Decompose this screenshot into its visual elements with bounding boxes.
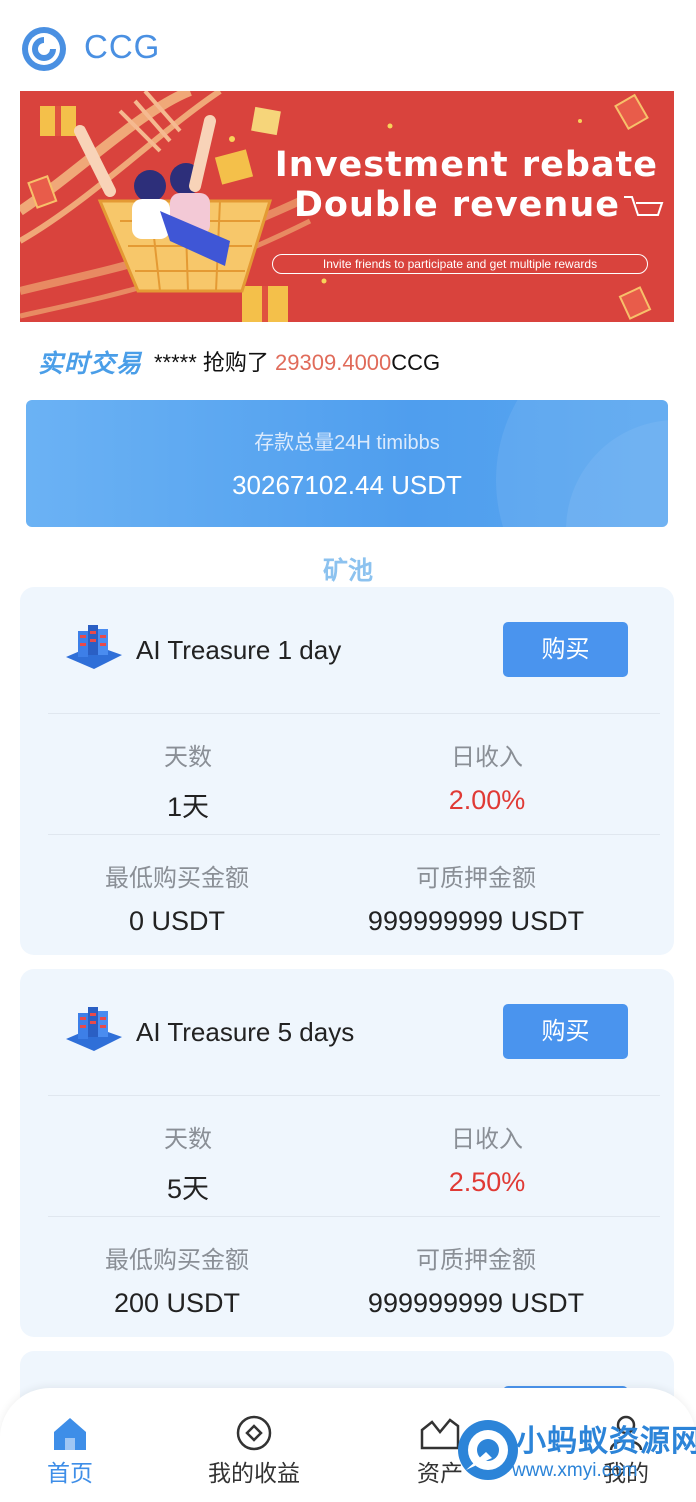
app-header: CCG	[0, 0, 696, 92]
banner-headline-line2: Double revenue	[293, 185, 620, 225]
pool-min-amount: 最低购买金额 0 USDT	[27, 858, 327, 937]
deposit-label: 存款总量24H timibbs	[254, 432, 440, 454]
buy-button[interactable]: 购买	[503, 622, 628, 677]
server-rack-icon	[66, 625, 122, 669]
server-rack-icon	[66, 1007, 122, 1051]
live-trade-amount: 29309.4000	[275, 350, 392, 375]
min-amount-label: 最低购买金额	[105, 865, 249, 892]
min-amount-value: 200 USDT	[113, 1288, 241, 1318]
watermark: 小蚂蚁资源网 www.xmyi.com	[456, 1414, 696, 1498]
nav-earnings-label: 我的收益	[208, 1460, 300, 1486]
daily-income-label: 日收入	[451, 744, 523, 771]
daily-income-value: 2.50%	[448, 1167, 526, 1197]
pool-card: AI Treasure 5 days 购买 天数 5天 日收入 2.50% 最低…	[20, 969, 674, 1337]
pool-card: AI Treasure 1 day 购买 天数 1天 日收入 2.00% 最低购…	[20, 587, 674, 955]
pledge-amount-value: 999999999 USDT	[367, 1288, 585, 1318]
brand-name: CCG	[84, 28, 161, 65]
ccg-logo-icon	[22, 27, 66, 71]
live-trade-message: ***** 抢购了 29309.4000CCG	[154, 345, 440, 377]
assets-chart-icon	[420, 1418, 460, 1450]
min-amount-value: 0 USDT	[128, 906, 226, 936]
watermark-url: www.xmyi.com	[512, 1460, 638, 1481]
daily-income-label: 日收入	[451, 1126, 523, 1153]
watermark-logo-icon	[458, 1420, 518, 1480]
buy-button[interactable]: 购买	[503, 1004, 628, 1059]
live-trade-action: 抢购了	[196, 350, 276, 375]
nav-home-label: 首页	[47, 1460, 93, 1486]
watermark-text: 小蚂蚁资源网	[516, 1425, 696, 1458]
pool-daily-income: 日收入 2.50%	[337, 1119, 637, 1198]
pool-name: AI Treasure 1 day	[136, 635, 342, 665]
pool-daily-income: 日收入 2.00%	[337, 737, 637, 816]
pools-section-title: 矿池	[322, 557, 373, 585]
banner-subline: Invite friends to participate and get mu…	[272, 254, 648, 274]
pool-days: 天数 5天	[38, 1119, 338, 1206]
pool-name: AI Treasure 5 days	[136, 1017, 355, 1047]
pledge-amount-label: 可质押金额	[416, 1247, 536, 1274]
pool-days: 天数 1天	[38, 737, 338, 824]
live-trade-user: *****	[154, 350, 197, 375]
deposit-value: 30267102.44 USDT	[232, 470, 462, 500]
divider	[48, 1216, 660, 1217]
pledge-amount-label: 可质押金额	[416, 865, 536, 892]
pool-min-amount: 最低购买金额 200 USDT	[27, 1240, 327, 1319]
home-icon	[54, 1418, 86, 1450]
divider	[48, 834, 660, 835]
days-value: 5天	[166, 1174, 210, 1204]
days-label: 天数	[164, 744, 212, 771]
pool-pledge-amount: 可质押金额 999999999 USDT	[326, 1240, 626, 1319]
min-amount-label: 最低购买金额	[105, 1247, 249, 1274]
pledge-amount-value: 999999999 USDT	[367, 906, 585, 936]
deposit-summary-card: 存款总量24H timibbs 30267102.44 USDT	[26, 400, 668, 527]
promo-banner[interactable]: Investment rebate Double revenue Invite …	[20, 91, 674, 322]
daily-income-value: 2.00%	[448, 785, 526, 815]
banner-headline: Investment rebate Double revenue	[275, 145, 658, 225]
divider	[48, 1095, 660, 1096]
days-value: 1天	[166, 792, 210, 822]
banner-headline-line1: Investment rebate	[274, 145, 658, 185]
nav-home[interactable]: 首页	[0, 1414, 140, 1488]
earnings-icon	[236, 1415, 272, 1451]
live-trade-tag: 实时交易	[38, 350, 143, 378]
pool-pledge-amount: 可质押金额 999999999 USDT	[326, 858, 626, 937]
divider	[48, 713, 660, 714]
nav-earnings[interactable]: 我的收益	[184, 1414, 324, 1488]
live-trade-unit: CCG	[391, 350, 441, 375]
days-label: 天数	[164, 1126, 212, 1153]
live-trade-ticker: 实时交易 ***** 抢购了 29309.4000CCG	[38, 338, 678, 378]
